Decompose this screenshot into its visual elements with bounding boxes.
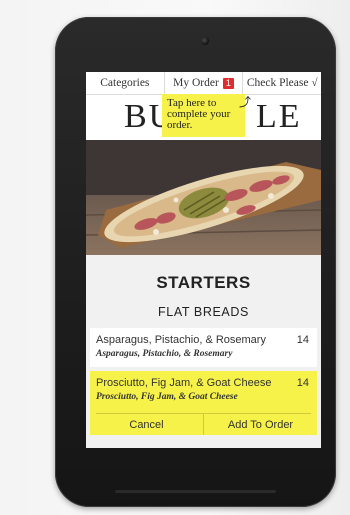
curved-arrow-icon: ⤴: [238, 95, 251, 109]
cancel-button[interactable]: Cancel: [90, 414, 204, 435]
menu-item-price: 14: [296, 334, 309, 346]
menu-item-name: Asparagus, Pistachio, & Rosemary: [96, 334, 266, 346]
checkmark-icon: √: [311, 77, 318, 89]
camera-icon: [201, 37, 209, 45]
section-title: STARTERS: [156, 273, 251, 292]
menu-item-selected[interactable]: Prosciutto, Fig Jam, & Goat Cheese Prosc…: [90, 371, 317, 435]
nav-my-order-label: My Order: [173, 77, 219, 89]
speaker-grille: [115, 490, 276, 493]
menu-item-price: 14: [296, 377, 309, 389]
flatbread-image: [86, 140, 321, 255]
add-to-order-button[interactable]: Add To Order: [204, 414, 317, 435]
order-count-badge: 1: [222, 77, 234, 89]
nav-my-order[interactable]: My Order 1: [165, 72, 244, 94]
app-screen: Categories My Order 1 Check Please √ BU …: [86, 72, 321, 448]
top-navigation: Categories My Order 1 Check Please √: [86, 72, 321, 95]
menu-item-name: Prosciutto, Fig Jam, & Goat Cheese: [96, 377, 272, 389]
tooltip-text: Tap here to complete your order.: [167, 97, 231, 131]
flatbread-photo: [86, 140, 321, 255]
menu-item-description: Asparagus, Pistachio, & Rosemary: [96, 349, 233, 359]
order-tooltip[interactable]: Tap here to complete your order. ⤴: [162, 94, 251, 137]
menu-item-description: Prosciutto, Fig Jam, & Goat Cheese: [96, 392, 238, 402]
nav-check-please[interactable]: Check Please √: [243, 72, 321, 94]
item-actions: Cancel Add To Order: [90, 414, 317, 435]
menu-item[interactable]: Asparagus, Pistachio, & Rosemary Asparag…: [90, 328, 317, 367]
nav-categories-label: Categories: [100, 77, 150, 89]
subsection-title: FLAT BREADS: [158, 305, 249, 319]
logo-text-right: LE: [256, 98, 302, 135]
nav-categories[interactable]: Categories: [86, 72, 165, 94]
nav-check-please-label: Check Please: [246, 77, 309, 89]
